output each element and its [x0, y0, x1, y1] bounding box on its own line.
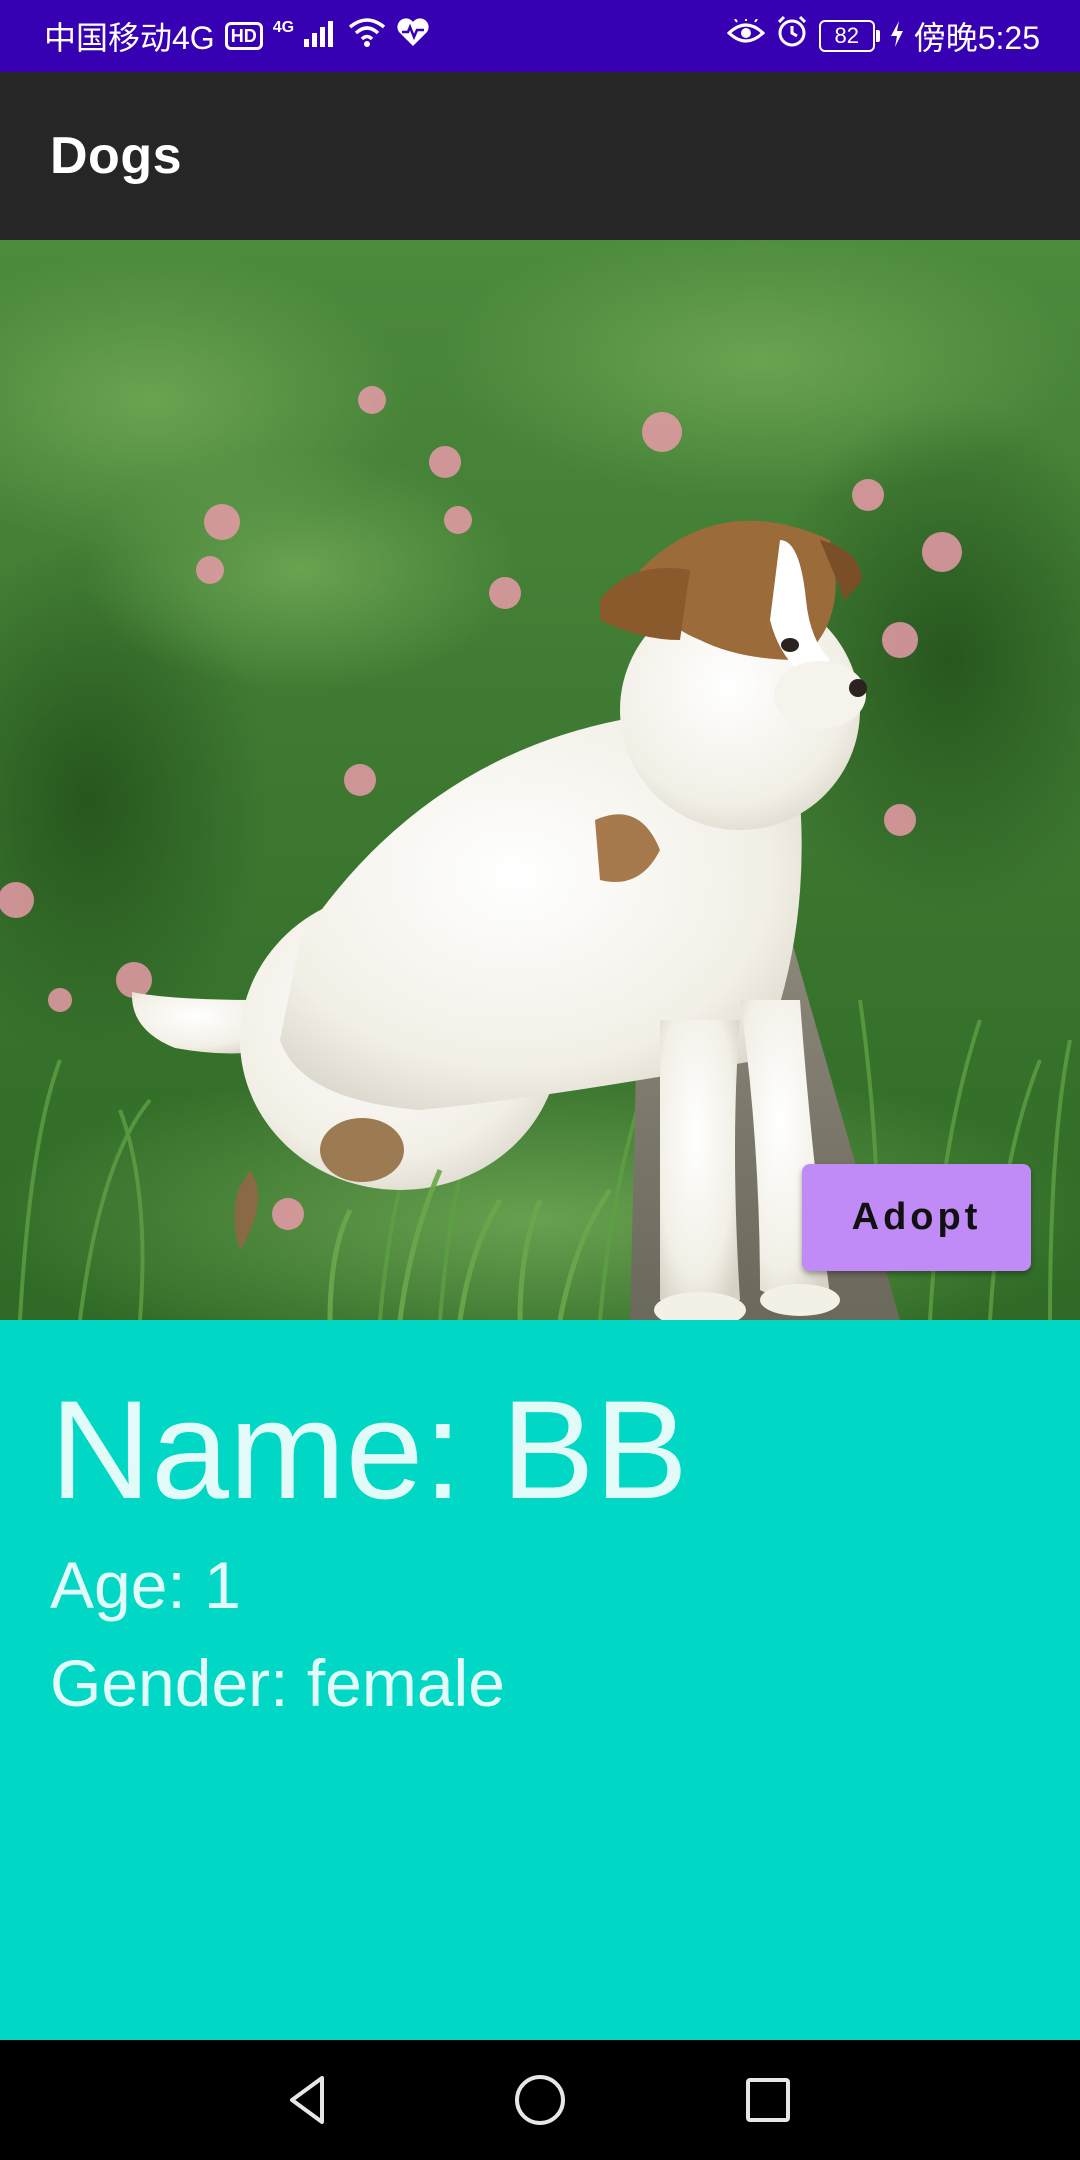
recents-icon[interactable] — [728, 2060, 808, 2140]
health-heart-icon — [396, 17, 430, 55]
battery-tip — [875, 30, 880, 42]
dog-gender: Gender: female — [50, 1646, 505, 1720]
wifi-icon — [348, 17, 386, 55]
navigation-bar — [0, 2040, 1080, 2160]
status-left: 中国移动4G HD 4G — [44, 13, 430, 59]
dog-age: Age: 1 — [50, 1548, 241, 1622]
carrier-label: 中国移动4G — [44, 20, 215, 56]
clock-time: 傍晚5:25 — [913, 20, 1040, 56]
dog-info-panel: Name: BB Age: 1 Gender: female — [0, 1320, 1080, 2040]
hd-icon: HD — [224, 22, 263, 50]
status-right: 82 傍晚5:25 — [726, 13, 1040, 59]
app-bar: Dogs — [0, 72, 1080, 240]
battery-level: 82 — [818, 20, 875, 52]
status-bar: 中国移动4G HD 4G 82 傍晚5:25 — [0, 0, 1080, 72]
dog-photo — [0, 240, 1080, 1320]
battery-icon: 82 — [818, 20, 880, 52]
network-type-label: 4G — [272, 19, 295, 36]
back-icon[interactable] — [268, 2060, 348, 2140]
eye-comfort-icon — [726, 17, 765, 55]
signal-icon — [304, 18, 338, 55]
app-title: Dogs — [50, 127, 182, 185]
dog-name: Name: BB — [50, 1371, 688, 1528]
adopt-button[interactable]: Adopt — [802, 1164, 1031, 1271]
alarm-icon — [775, 15, 809, 57]
home-icon[interactable] — [500, 2060, 580, 2140]
charging-icon — [890, 18, 904, 55]
